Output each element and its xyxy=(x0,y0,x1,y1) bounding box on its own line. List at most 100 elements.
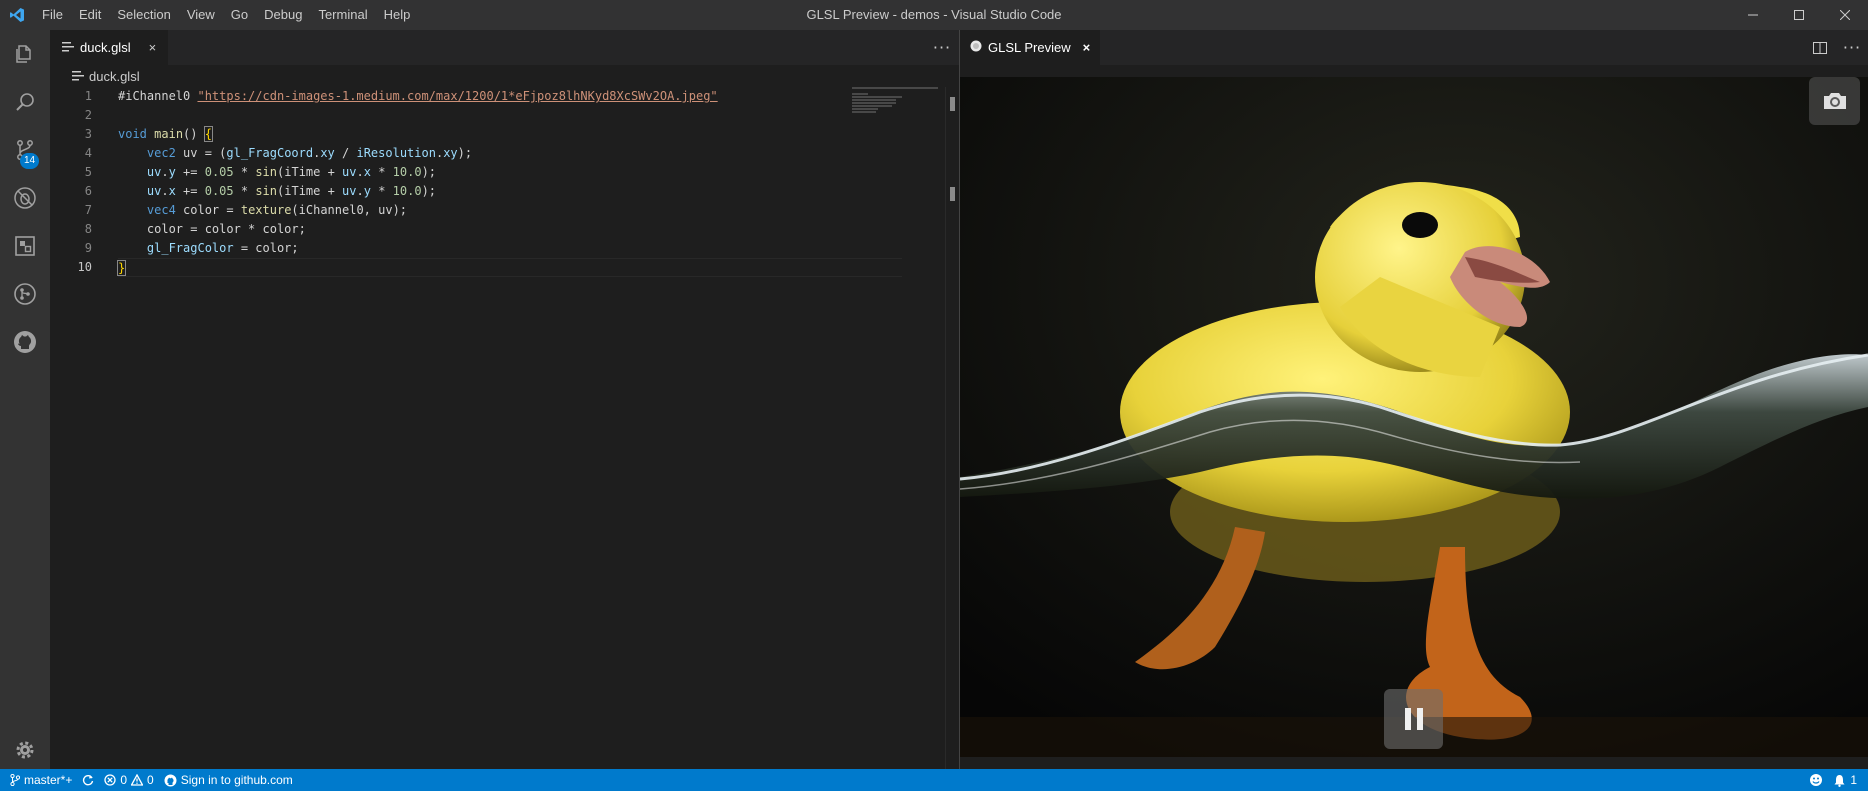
split-editor-button[interactable] xyxy=(1808,30,1832,65)
debug-button[interactable] xyxy=(0,174,50,222)
url-token[interactable]: "https://cdn-images-1.medium.com/max/120… xyxy=(197,89,717,103)
menu-terminal[interactable]: Terminal xyxy=(310,0,375,30)
menu-edit[interactable]: Edit xyxy=(71,0,109,30)
tab-label: GLSL Preview xyxy=(988,40,1071,55)
preview-tabs: GLSL Preview × ··· xyxy=(960,30,1868,65)
settings-button[interactable] xyxy=(0,730,50,770)
github-icon xyxy=(14,331,36,353)
code-line-6: uv.x += 0.05 * sin(iTime + uv.y * 10.0); xyxy=(146,184,437,198)
code-line-4: vec2 uv = (gl_FragCoord.xy / iResolution… xyxy=(146,146,473,160)
directive-token: #iChannel0 xyxy=(118,89,191,103)
search-icon xyxy=(16,93,34,111)
line-number: 2 xyxy=(84,108,92,122)
status-bar: master*+ 0 0 Sign in to github.com 1 xyxy=(0,769,1868,791)
git-branch-icon xyxy=(10,774,20,786)
menu-view[interactable]: View xyxy=(179,0,223,30)
explorer-icon xyxy=(16,45,31,63)
tab-duck-glsl[interactable]: duck.glsl × xyxy=(50,30,169,65)
github-button[interactable] xyxy=(0,318,50,366)
menu-go[interactable]: Go xyxy=(223,0,256,30)
scroll-marker xyxy=(950,187,955,201)
menu-bar: File Edit Selection View Go Debug Termin… xyxy=(34,0,418,30)
split-editor-icon xyxy=(1813,41,1827,54)
maximize-button[interactable] xyxy=(1776,0,1822,30)
source-control-badge: 14 xyxy=(20,153,40,169)
vscode-logo-icon xyxy=(0,0,34,30)
sync-button[interactable] xyxy=(77,769,99,791)
code-line-7: vec4 color = texture(iChannel0, uv); xyxy=(146,203,408,217)
search-button[interactable] xyxy=(0,78,50,126)
branch-name: master*+ xyxy=(24,773,73,787)
gitlens-button[interactable] xyxy=(0,270,50,318)
line-number: 5 xyxy=(84,165,92,179)
code-line-1: #iChannel0 "https://cdn-images-1.medium.… xyxy=(118,87,902,106)
line-number-active: 10 xyxy=(77,260,92,274)
github-signin[interactable]: Sign in to github.com xyxy=(159,769,298,791)
extensions-icon xyxy=(15,236,35,256)
pause-button[interactable] xyxy=(1384,689,1443,749)
title-bar: File Edit Selection View Go Debug Termin… xyxy=(0,0,1868,30)
code-line-3: void main() { xyxy=(118,126,214,142)
github-signin-label: Sign in to github.com xyxy=(180,773,293,787)
error-count: 0 xyxy=(120,773,128,787)
minimize-icon xyxy=(1748,14,1758,16)
tab-glsl-preview[interactable]: GLSL Preview × xyxy=(960,30,1101,65)
more-actions-icon[interactable]: ··· xyxy=(930,30,954,65)
explorer-button[interactable] xyxy=(0,30,50,78)
branch-indicator[interactable]: master*+ xyxy=(0,769,77,791)
window-controls xyxy=(1730,0,1868,30)
warning-count: 0 xyxy=(147,773,154,787)
warning-icon xyxy=(131,774,144,786)
line-number: 7 xyxy=(84,203,92,217)
bell-icon xyxy=(1834,774,1845,787)
line-number: 1 xyxy=(84,89,92,103)
error-icon xyxy=(104,774,117,786)
pause-icon xyxy=(1404,708,1423,730)
breadcrumb[interactable]: duck.glsl xyxy=(50,65,959,87)
line-number: 9 xyxy=(84,241,92,255)
editor-tabs: duck.glsl × ··· xyxy=(50,30,959,65)
close-tab-icon[interactable]: × xyxy=(1083,40,1091,55)
code-line-8: color = color * color; xyxy=(118,222,306,236)
scroll-marker xyxy=(950,97,955,111)
extensions-button[interactable] xyxy=(0,222,50,270)
camera-icon xyxy=(1823,93,1846,109)
close-tab-icon[interactable]: × xyxy=(149,40,157,55)
file-lines-icon xyxy=(62,40,74,55)
sync-icon xyxy=(83,775,94,786)
breadcrumb-file: duck.glsl xyxy=(89,68,140,84)
notification-count: 1 xyxy=(1850,773,1857,787)
menu-debug[interactable]: Debug xyxy=(256,0,310,30)
line-number: 6 xyxy=(84,184,92,198)
shader-preview[interactable] xyxy=(960,77,1868,757)
duckling-image xyxy=(960,77,1868,757)
code-editor[interactable]: 1 2 3 4 5 6 7 8 9 10 #iChannel0 "https:/… xyxy=(50,87,959,769)
vertical-scrollbar[interactable] xyxy=(945,87,959,769)
tab-label: duck.glsl xyxy=(80,40,131,55)
code-lines[interactable]: #iChannel0 "https://cdn-images-1.medium.… xyxy=(116,87,902,277)
file-lines-icon xyxy=(72,69,84,84)
more-actions-icon[interactable]: ··· xyxy=(1840,30,1864,65)
line-number: 8 xyxy=(84,222,92,236)
code-line-9: gl_FragColor = color; xyxy=(146,241,299,255)
menu-file[interactable]: File xyxy=(34,0,71,30)
github-icon xyxy=(164,774,177,786)
feedback-button[interactable] xyxy=(1804,769,1828,791)
smiley-icon xyxy=(1810,774,1823,786)
minimize-button[interactable] xyxy=(1730,0,1776,30)
line-number: 3 xyxy=(84,127,92,141)
screenshot-button[interactable] xyxy=(1809,77,1860,125)
minimap[interactable] xyxy=(852,87,942,127)
activity-bar: 14 xyxy=(0,30,50,769)
code-line-10: } xyxy=(116,258,902,277)
notifications-button[interactable]: 1 xyxy=(1828,769,1862,791)
problems-indicator[interactable]: 0 0 xyxy=(99,769,158,791)
menu-selection[interactable]: Selection xyxy=(109,0,178,30)
source-control-button[interactable]: 14 xyxy=(0,126,50,174)
menu-help[interactable]: Help xyxy=(376,0,419,30)
code-line-5: uv.y += 0.05 * sin(iTime + uv.x * 10.0); xyxy=(146,165,437,179)
line-number-gutter: 1 2 3 4 5 6 7 8 9 10 xyxy=(50,87,118,277)
preview-icon xyxy=(970,40,982,55)
close-window-button[interactable] xyxy=(1822,0,1868,30)
